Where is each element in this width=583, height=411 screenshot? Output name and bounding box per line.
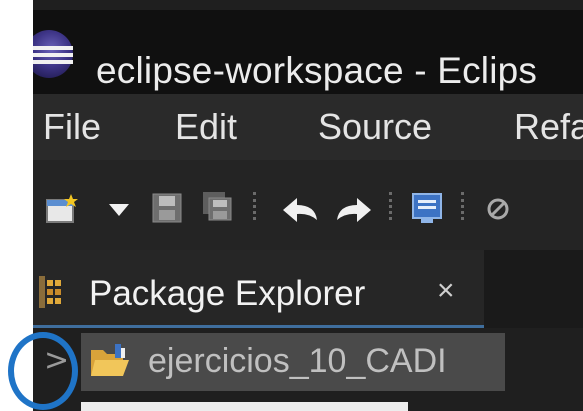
toolbar-separator — [253, 192, 258, 220]
close-icon[interactable]: × — [437, 274, 455, 308]
toolbar-separator — [389, 192, 394, 220]
project-tree: ejercicios_10_CADI — [33, 328, 583, 411]
eclipse-logo-icon — [33, 30, 73, 78]
skip-breakpoints-icon[interactable] — [485, 196, 511, 222]
tree-row-next — [81, 402, 408, 411]
save-icon[interactable] — [151, 192, 183, 224]
window-title: eclipse-workspace - Eclips — [96, 50, 538, 91]
menu-bar: File Edit Source Refa — [33, 94, 583, 160]
menu-source[interactable]: Source — [318, 106, 432, 148]
eclipse-window: eclipse-workspace - Eclips File Edit Sou… — [33, 0, 583, 411]
forward-icon[interactable] — [333, 194, 375, 224]
package-explorer-icon — [39, 276, 61, 308]
console-icon[interactable] — [411, 192, 443, 224]
view-tab-bar: Package Explorer × — [33, 250, 583, 328]
annotation-circle — [8, 332, 78, 410]
dropdown-arrow-icon[interactable] — [109, 204, 129, 218]
save-all-icon[interactable] — [201, 190, 237, 226]
title-bar: eclipse-workspace - Eclips — [33, 10, 583, 94]
toolbar — [33, 160, 583, 250]
new-icon[interactable] — [45, 194, 79, 224]
menu-file[interactable]: File — [43, 106, 101, 148]
menu-refactor[interactable]: Refa — [514, 106, 583, 148]
toolbar-separator — [461, 192, 466, 220]
project-name: ejercicios_10_CADI — [148, 342, 447, 380]
menu-edit[interactable]: Edit — [175, 106, 237, 148]
tab-label: Package Explorer — [89, 274, 366, 313]
back-icon[interactable] — [279, 194, 321, 224]
tab-package-explorer[interactable]: Package Explorer × — [33, 250, 484, 328]
project-folder-icon — [91, 344, 129, 376]
